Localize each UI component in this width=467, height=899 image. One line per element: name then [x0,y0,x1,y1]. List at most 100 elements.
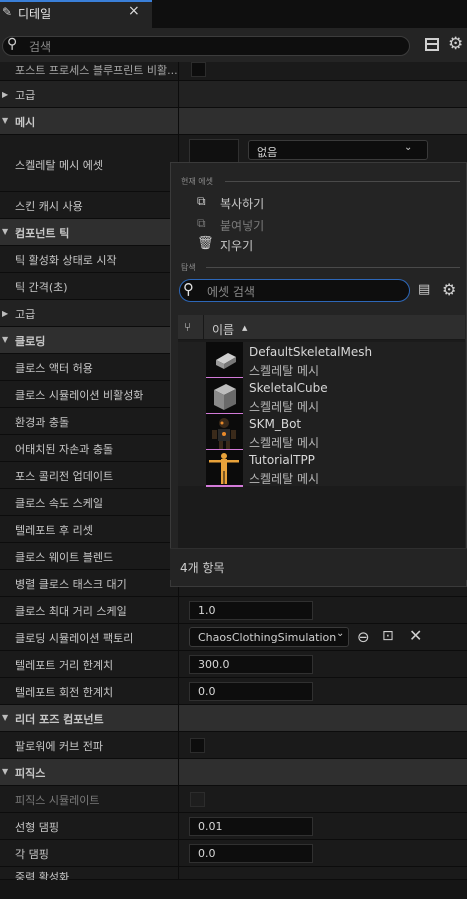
row-label: 병렬 클로스 태스크 대기 [15,578,127,591]
asset-type: 스켈레탈 메시 [249,400,320,414]
category-label: 클로딩 [15,335,46,348]
asset-name: SKM_Bot [249,417,302,431]
row-label: 클로스 속도 스케일 [15,497,103,510]
row-advanced[interactable] [0,81,467,108]
row-label: 틱 간격(초) [15,281,68,294]
chevron-down-icon: ▼ [2,713,9,722]
row-label: 포스트 프로세스 블루프린트 비활... [15,64,178,77]
field-value: 0.0 [198,685,216,698]
row-label: 클로스 최대 거리 스케일 [15,605,127,618]
default-mesh-icon [216,353,236,369]
column-name[interactable]: 이름 [212,321,234,338]
field-value: 0.0 [198,847,216,860]
row-label: 팔로워에 커브 전파 [15,740,103,753]
field-value: 1.0 [198,604,216,617]
category-label: 리더 포즈 컴포넌트 [15,713,104,726]
row-label: 중력 활성화 [15,871,70,880]
propagate-curves-checkbox[interactable] [190,738,205,753]
row-label: 클로스 액터 허용 [15,362,93,375]
cloth-max-distance-input[interactable]: 1.0 [189,601,313,620]
item-count: 4개 항목 [180,561,225,575]
menu-item-paste[interactable]: 붙여넣기 [220,217,264,234]
section-current-asset: 현재 에셋 [181,177,213,186]
row-label: 환경과 충돌 [15,416,70,429]
chevron-down-icon: ⌄ [404,142,413,153]
search-icon: ⚲ [7,36,18,52]
row-label: 피직스 시뮬레이트 [15,794,100,807]
row-label: 고급 [15,89,36,102]
angular-damping-input[interactable]: 0.0 [189,844,313,863]
row-partial [0,867,467,880]
close-icon[interactable]: × [128,3,140,19]
menu-item-clear[interactable]: 지우기 [220,237,253,254]
gear-icon[interactable]: ⚙ [448,34,463,54]
row-label: 고급 [15,308,36,321]
asset-name: DefaultSkeletalMesh [249,345,373,359]
asset-type: 스켈레탈 메시 [249,436,320,450]
asset-thumbnail [206,378,243,415]
table-view-icon[interactable] [425,38,439,51]
row-label: 클로딩 시뮬레이션 팩토리 [15,632,134,645]
browse-icon[interactable]: ⊡ [382,628,394,644]
dropdown-value: ChaosClothingSimulation [198,631,337,644]
mesh-asset-dropdown[interactable]: 없음 [248,140,428,160]
asset-name: SkeletalCube [249,381,328,395]
search-input[interactable] [2,36,410,56]
category-label: 컴포넌트 틱 [15,227,70,240]
row-label: 텔레포트 거리 한계치 [15,659,114,672]
menu-item-copy[interactable]: 복사하기 [220,195,264,212]
copy-icon: ⧉ [197,194,206,208]
asset-thumbnail [206,414,243,451]
section-divider [206,267,460,268]
mesh-thumbnail[interactable] [189,139,239,163]
source-branch-icon[interactable]: ⑂ [184,320,191,334]
asset-search-placeholder: 에셋 검색 [207,285,255,299]
row-label: 텔레포트 후 리셋 [15,524,93,537]
field-value: 0.01 [198,820,223,833]
chevron-right-icon: ▶ [2,90,9,99]
row-label: 틱 활성화 상태로 시작 [15,254,117,267]
asset-type: 스켈레탈 메시 [249,364,320,378]
postprocess-checkbox[interactable] [191,62,206,77]
asset-thumbnail [206,342,243,379]
clear-icon[interactable]: ✕ [409,626,422,645]
row-label: 선형 댐핑 [15,821,59,834]
chevron-down-icon: ⌄ [336,628,345,639]
row-label: 스킨 캐시 사용 [15,200,83,213]
row-label: 어태치된 자손과 충돌 [15,443,114,456]
chevron-down-icon: ▼ [2,767,9,776]
trash-icon: 🗑 [197,236,214,251]
use-selected-icon[interactable]: ⊖ [357,628,370,646]
simulate-physics-checkbox[interactable] [190,792,205,807]
robot-mesh-icon [212,418,236,449]
chevron-down-icon: ▼ [2,335,9,344]
pencil-icon: ✎ [2,5,13,19]
linear-damping-input[interactable]: 0.01 [189,817,313,836]
clothing-factory-dropdown[interactable]: ChaosClothingSimulation [189,627,349,647]
row-label: 포스 콜리전 업데이트 [15,470,114,483]
paste-icon: ⧉ [197,216,206,230]
asset-name: TutorialTPP [249,453,315,467]
chevron-down-icon: ▼ [2,116,9,125]
teleport-distance-input[interactable]: 300.0 [189,655,313,674]
tab-title: 디테일 [18,7,52,21]
row-label: 클로스 웨이트 블렌드 [15,551,114,564]
search-icon: ⚲ [183,280,194,298]
dropdown-value: 없음 [257,146,278,159]
chevron-right-icon: ▶ [2,309,9,318]
gear-icon[interactable]: ⚙ [442,280,456,299]
teleport-rotation-input[interactable]: 0.0 [189,682,313,701]
row-label: 스켈레탈 메시 에셋 [15,159,103,172]
row-label: 각 댐핑 [15,848,49,861]
row-label: 클로스 시뮬레이션 비활성화 [15,389,144,402]
category-mesh[interactable] [0,108,467,135]
header-divider [203,315,204,340]
bottom-bar [0,880,467,899]
row-label: 텔레포트 회전 한계치 [15,686,114,699]
folder-icon[interactable]: ▤ [418,282,430,297]
section-divider [225,181,460,182]
field-value: 300.0 [198,658,230,671]
mannequin-mesh-icon [209,453,239,484]
section-browse: 탐색 [181,263,196,272]
category-physics[interactable] [0,759,467,786]
